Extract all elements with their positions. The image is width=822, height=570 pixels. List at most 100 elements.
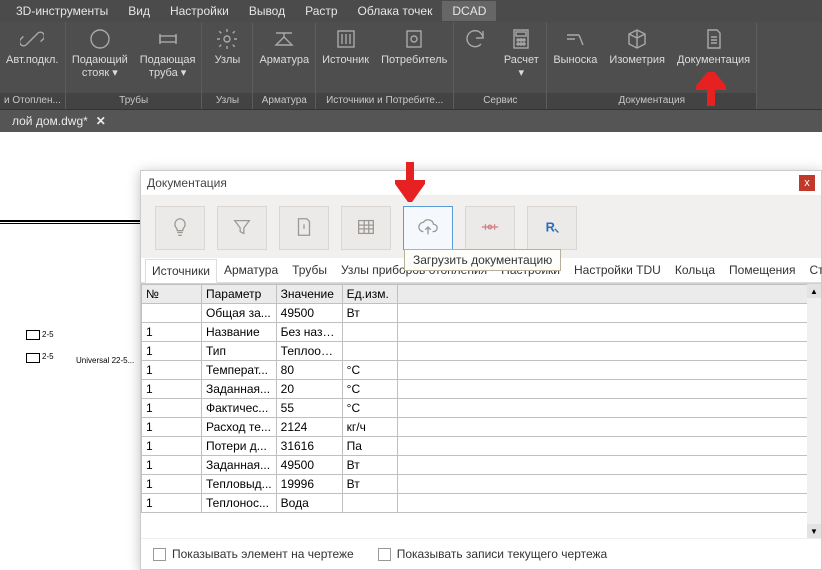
- table-cell[interactable]: Название: [202, 323, 277, 342]
- menu-pointclouds[interactable]: Облака точек: [348, 1, 443, 21]
- menu-view[interactable]: Вид: [118, 1, 160, 21]
- scroll-down-button[interactable]: ▼: [807, 524, 821, 538]
- table-row[interactable]: 1Расход те...2124кг/ч: [142, 418, 821, 437]
- table-cell[interactable]: 31616: [276, 437, 342, 456]
- tool-filter-button[interactable]: [217, 206, 267, 250]
- table-row[interactable]: 1Заданная...20°C: [142, 380, 821, 399]
- tool-upload-button[interactable]: Загрузить документацию: [403, 206, 453, 250]
- table-cell[interactable]: 2124: [276, 418, 342, 437]
- isometry-button[interactable]: Изометрия: [603, 26, 671, 67]
- table-cell[interactable]: Вт: [342, 475, 397, 494]
- table-cell[interactable]: 1: [142, 342, 202, 361]
- table-cell[interactable]: Вт: [342, 456, 397, 475]
- table-cell[interactable]: °C: [342, 399, 397, 418]
- tab-settings-tdu[interactable]: Настройки TDU: [567, 258, 668, 282]
- column-number[interactable]: №: [142, 285, 202, 304]
- table-cell[interactable]: Температ...: [202, 361, 277, 380]
- tab-sources[interactable]: Источники: [145, 259, 217, 283]
- tab-pipes[interactable]: Трубы: [285, 258, 334, 282]
- table-cell[interactable]: 1: [142, 475, 202, 494]
- table-row[interactable]: 1Теплонос...Вода: [142, 494, 821, 513]
- table-cell[interactable]: 1: [142, 361, 202, 380]
- table-row[interactable]: 1Заданная...49500Вт: [142, 456, 821, 475]
- table-cell[interactable]: Па: [342, 437, 397, 456]
- table-cell[interactable]: Потери д...: [202, 437, 277, 456]
- menu-dcad[interactable]: DCAD: [442, 1, 496, 21]
- table-cell[interactable]: кг/ч: [342, 418, 397, 437]
- table-vertical-scrollbar[interactable]: ▲ ▼: [807, 284, 821, 538]
- table-cell[interactable]: 49500: [276, 456, 342, 475]
- table-cell[interactable]: Тепловыд...: [202, 475, 277, 494]
- table-cell[interactable]: Общая за...: [202, 304, 277, 323]
- menu-3d-tools[interactable]: 3D-инструменты: [6, 1, 118, 21]
- tool-warning-button[interactable]: [279, 206, 329, 250]
- tab-rooms[interactable]: Помещения: [722, 258, 802, 282]
- table-row[interactable]: 1Потери д...31616Па: [142, 437, 821, 456]
- source-button[interactable]: Источник: [316, 26, 375, 67]
- table-row[interactable]: 1Тепловыд...19996Вт: [142, 475, 821, 494]
- column-param[interactable]: Параметр: [202, 285, 277, 304]
- table-cell[interactable]: 49500: [276, 304, 342, 323]
- tab-fittings[interactable]: Арматура: [217, 258, 285, 282]
- table-cell[interactable]: °C: [342, 380, 397, 399]
- column-value[interactable]: Значение: [276, 285, 342, 304]
- tab-rings[interactable]: Кольца: [668, 258, 722, 282]
- table-cell[interactable]: 1: [142, 380, 202, 399]
- auto-connect-button[interactable]: Авт.подкл.: [0, 26, 64, 67]
- calc-button[interactable]: Расчет ▾: [496, 26, 546, 80]
- table-cell[interactable]: Без назва...: [276, 323, 342, 342]
- callout-button[interactable]: Выноска: [547, 26, 603, 67]
- nodes-button[interactable]: Узлы: [202, 26, 252, 67]
- fittings-button[interactable]: Арматура: [253, 26, 315, 67]
- table-cell[interactable]: Расход те...: [202, 418, 277, 437]
- table-cell[interactable]: [342, 494, 397, 513]
- table-cell[interactable]: Теплообм...: [276, 342, 342, 361]
- tab-risers[interactable]: Стояки в перекр: [803, 258, 822, 282]
- documentation-button[interactable]: Документация: [671, 26, 756, 67]
- table-cell[interactable]: 55: [276, 399, 342, 418]
- tool-pipeline-button[interactable]: [465, 206, 515, 250]
- column-unit[interactable]: Ед.изм.: [342, 285, 397, 304]
- table-row[interactable]: 1ТипТеплообм...: [142, 342, 821, 361]
- table-cell[interactable]: Тип: [202, 342, 277, 361]
- tool-revit-button[interactable]: R: [527, 206, 577, 250]
- data-table[interactable]: № Параметр Значение Ед.изм. Общая за...4…: [141, 284, 821, 513]
- table-row[interactable]: Общая за...49500Вт: [142, 304, 821, 323]
- scroll-up-button[interactable]: ▲: [807, 284, 821, 298]
- consumer-button[interactable]: Потребитель: [375, 26, 453, 67]
- tool-hints-button[interactable]: [155, 206, 205, 250]
- table-cell[interactable]: 1: [142, 399, 202, 418]
- table-cell[interactable]: Заданная...: [202, 380, 277, 399]
- menu-output[interactable]: Вывод: [239, 1, 295, 21]
- table-cell[interactable]: 1: [142, 323, 202, 342]
- supply-riser-button[interactable]: Подающий стояк ▾: [66, 26, 134, 80]
- table-cell[interactable]: Фактичес...: [202, 399, 277, 418]
- table-cell[interactable]: 1: [142, 418, 202, 437]
- filetab-close-icon[interactable]: ✕: [96, 114, 106, 128]
- tool-table-button[interactable]: [341, 206, 391, 250]
- table-cell[interactable]: Теплонос...: [202, 494, 277, 513]
- table-row[interactable]: 1Температ...80°C: [142, 361, 821, 380]
- table-cell[interactable]: 80: [276, 361, 342, 380]
- menu-settings[interactable]: Настройки: [160, 1, 239, 21]
- table-cell[interactable]: 19996: [276, 475, 342, 494]
- panel-close-button[interactable]: x: [799, 175, 815, 191]
- table-cell[interactable]: 1: [142, 494, 202, 513]
- table-row[interactable]: 1Фактичес...55°C: [142, 399, 821, 418]
- refresh-button[interactable]: [454, 26, 496, 54]
- supply-pipe-button[interactable]: Подающая труба ▾: [134, 26, 202, 80]
- table-cell[interactable]: Вт: [342, 304, 397, 323]
- menu-raster[interactable]: Растр: [295, 1, 347, 21]
- table-cell[interactable]: °C: [342, 361, 397, 380]
- table-cell[interactable]: 1: [142, 456, 202, 475]
- show-on-drawing-checkbox[interactable]: Показывать элемент на чертеже: [153, 547, 354, 561]
- show-current-records-checkbox[interactable]: Показывать записи текущего чертежа: [378, 547, 608, 561]
- table-cell[interactable]: Заданная...: [202, 456, 277, 475]
- table-cell[interactable]: [342, 342, 397, 361]
- table-cell[interactable]: [142, 304, 202, 323]
- table-cell[interactable]: Вода: [276, 494, 342, 513]
- filetab-active[interactable]: лой дом.dwg* ✕: [4, 111, 114, 131]
- table-cell[interactable]: [342, 323, 397, 342]
- table-row[interactable]: 1НазваниеБез назва...: [142, 323, 821, 342]
- table-cell[interactable]: 20: [276, 380, 342, 399]
